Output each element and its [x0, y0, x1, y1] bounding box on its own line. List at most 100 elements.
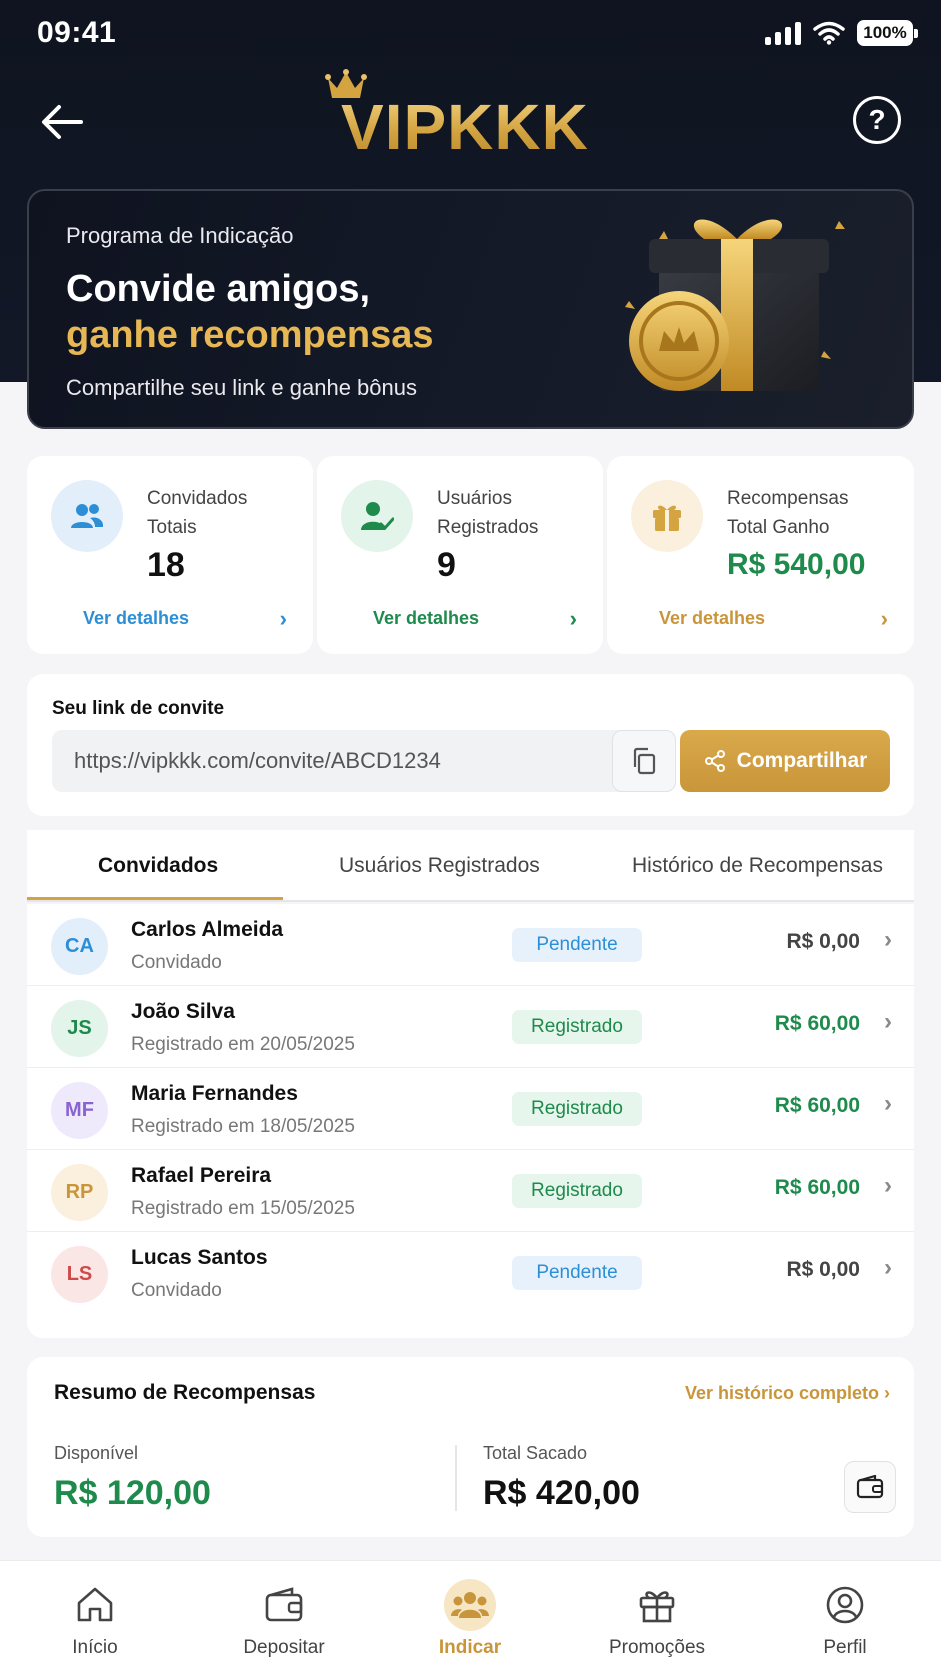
home-icon	[69, 1579, 121, 1631]
status-badge: Registrado	[512, 1010, 642, 1044]
list-item[interactable]: CA Carlos Almeida Convidado Pendente R$ …	[27, 904, 914, 986]
wifi-icon	[813, 21, 845, 45]
banner-title: Convide amigos,	[66, 268, 371, 310]
invitee-list: CA Carlos Almeida Convidado Pendente R$ …	[27, 904, 914, 1338]
top-bar: VIPKKK ?	[0, 68, 941, 175]
invitee-status-text: Registrado em 20/05/2025	[131, 1034, 355, 1055]
invitee-status-text: Registrado em 15/05/2025	[131, 1198, 355, 1219]
stat-label: Convidados	[147, 488, 248, 509]
invitee-name: Carlos Almeida	[131, 918, 284, 941]
stat-card-rewards: Recompensas Total Ganho R$ 540,00 Ver det…	[607, 456, 914, 654]
help-button[interactable]: ?	[853, 96, 901, 144]
reward-amount: R$ 60,00	[774, 1094, 860, 1117]
details-link[interactable]: Ver detalhes	[659, 608, 765, 629]
reward-amount: R$ 0,00	[786, 930, 860, 953]
nav-label: Perfil	[823, 1637, 867, 1658]
brand-logo: VIPKKK	[325, 68, 615, 168]
reward-amount: R$ 60,00	[774, 1176, 860, 1199]
user-check-icon	[341, 480, 413, 552]
chevron-right-icon: ›	[884, 1172, 892, 1199]
wallet-button[interactable]	[844, 1461, 896, 1513]
banner-title-highlight: ganhe recompensas	[66, 314, 434, 356]
reward-amount: R$ 60,00	[774, 1012, 860, 1035]
banner-subtitle: Compartilhe seu link e ganhe bônus	[66, 375, 418, 400]
chevron-right-icon[interactable]: ›	[280, 606, 287, 632]
question-icon: ?	[868, 104, 886, 135]
gift-coin-illustration	[625, 219, 845, 391]
list-item[interactable]: JS João Silva Registrado em 20/05/2025 R…	[27, 986, 914, 1068]
chevron-right-icon: ›	[884, 1383, 890, 1403]
tab-bar: Convidados Usuários Registrados Históric…	[27, 830, 914, 902]
stat-label: Usuários	[437, 488, 512, 509]
active-tab-indicator	[27, 897, 283, 900]
stat-label: Recompensas	[727, 488, 849, 509]
invite-url: https://vipkkk.com/convite/ABCD1234	[74, 748, 441, 773]
stat-label-sub: Total Ganho	[727, 517, 830, 538]
invitee-name: Rafael Pereira	[131, 1164, 272, 1187]
nav-label: Início	[72, 1637, 118, 1658]
tab-historico-recompensas[interactable]: Histórico de Recompensas	[632, 854, 883, 878]
stat-value: R$ 540,00	[727, 548, 866, 581]
nav-perfil[interactable]: Perfil	[795, 1561, 895, 1672]
nav-indicar[interactable]: Indicar	[420, 1561, 520, 1672]
status-icons: 100%	[765, 20, 918, 46]
available-balance: Disponível R$ 120,00	[54, 1443, 211, 1513]
nav-promocoes[interactable]: Promoções	[600, 1561, 714, 1672]
share-button[interactable]: Compartilhar	[680, 730, 890, 792]
invitee-name: Lucas Santos	[131, 1246, 268, 1269]
list-item[interactable]: LS Lucas Santos Convidado Pendente R$ 0,…	[27, 1232, 914, 1314]
stats-row: Convidados Totais 18 Ver detalhes › Usuár…	[27, 456, 914, 654]
profile-icon	[819, 1579, 871, 1631]
referral-banner: Programa de Indicação Convide amigos, ga…	[27, 189, 914, 429]
withdrawn-label: Total Sacado	[483, 1443, 588, 1463]
details-link[interactable]: Ver detalhes	[83, 608, 189, 629]
chevron-right-icon[interactable]: ›	[881, 606, 888, 632]
status-badge: Registrado	[512, 1174, 642, 1208]
full-history-label: Ver histórico completo	[684, 1383, 879, 1403]
share-button-label: Compartilhar	[736, 749, 868, 772]
list-item[interactable]: MF Maria Fernandes Registrado em 18/05/2…	[27, 1068, 914, 1150]
arrow-left-icon	[42, 105, 83, 139]
back-button[interactable]	[36, 96, 88, 148]
stat-card-registered: Usuários Registrados 9 Ver detalhes ›	[317, 456, 603, 654]
invitee-name: João Silva	[131, 1000, 235, 1023]
status-time: 09:41	[37, 16, 117, 49]
reward-amount: R$ 0,00	[786, 1258, 860, 1281]
details-link[interactable]: Ver detalhes	[373, 608, 479, 629]
available-label: Disponível	[54, 1443, 139, 1463]
copy-button[interactable]	[612, 730, 676, 792]
nav-label: Depositar	[243, 1637, 325, 1658]
tab-usuarios-registrados[interactable]: Usuários Registrados	[339, 854, 540, 878]
wallet-icon	[258, 1579, 310, 1631]
invitee-name: Maria Fernandes	[131, 1082, 298, 1105]
invitee-status-text: Convidado	[131, 952, 222, 973]
status-bar: 09:41 100%	[0, 0, 941, 70]
invite-link-card: Seu link de convite https://vipkkk.com/c…	[27, 674, 914, 816]
wallet-icon	[856, 1475, 884, 1499]
chevron-right-icon: ›	[884, 1090, 892, 1117]
avatar: RP	[51, 1164, 108, 1221]
withdrawn-total: Total Sacado R$ 420,00	[483, 1443, 640, 1513]
bottom-nav: Início Depositar Indicar Promoções Perfi…	[0, 1560, 941, 1672]
chevron-right-icon[interactable]: ›	[570, 606, 577, 632]
list-item[interactable]: RP Rafael Pereira Registrado em 15/05/20…	[27, 1150, 914, 1232]
avatar: LS	[51, 1246, 108, 1303]
brand-name: VIPKKK	[341, 91, 589, 163]
full-history-link[interactable]: Ver histórico completo ›	[685, 1383, 890, 1404]
nav-depositar[interactable]: Depositar	[234, 1561, 334, 1672]
withdrawn-value: R$ 420,00	[483, 1474, 640, 1512]
stat-value: 18	[147, 546, 185, 584]
users-icon	[51, 480, 123, 552]
group-icon	[444, 1579, 496, 1631]
avatar: MF	[51, 1082, 108, 1139]
nav-label: Indicar	[438, 1637, 502, 1658]
stat-label-sub: Totais	[147, 517, 197, 538]
nav-inicio[interactable]: Início	[47, 1561, 143, 1672]
status-badge: Registrado	[512, 1092, 642, 1126]
stat-label-sub: Registrados	[437, 517, 539, 538]
invite-link-field[interactable]: https://vipkkk.com/convite/ABCD1234	[52, 730, 676, 792]
chevron-right-icon: ›	[884, 1254, 892, 1281]
copy-icon	[633, 747, 656, 775]
chevron-right-icon: ›	[884, 1008, 892, 1035]
tab-convidados[interactable]: Convidados	[98, 854, 218, 878]
